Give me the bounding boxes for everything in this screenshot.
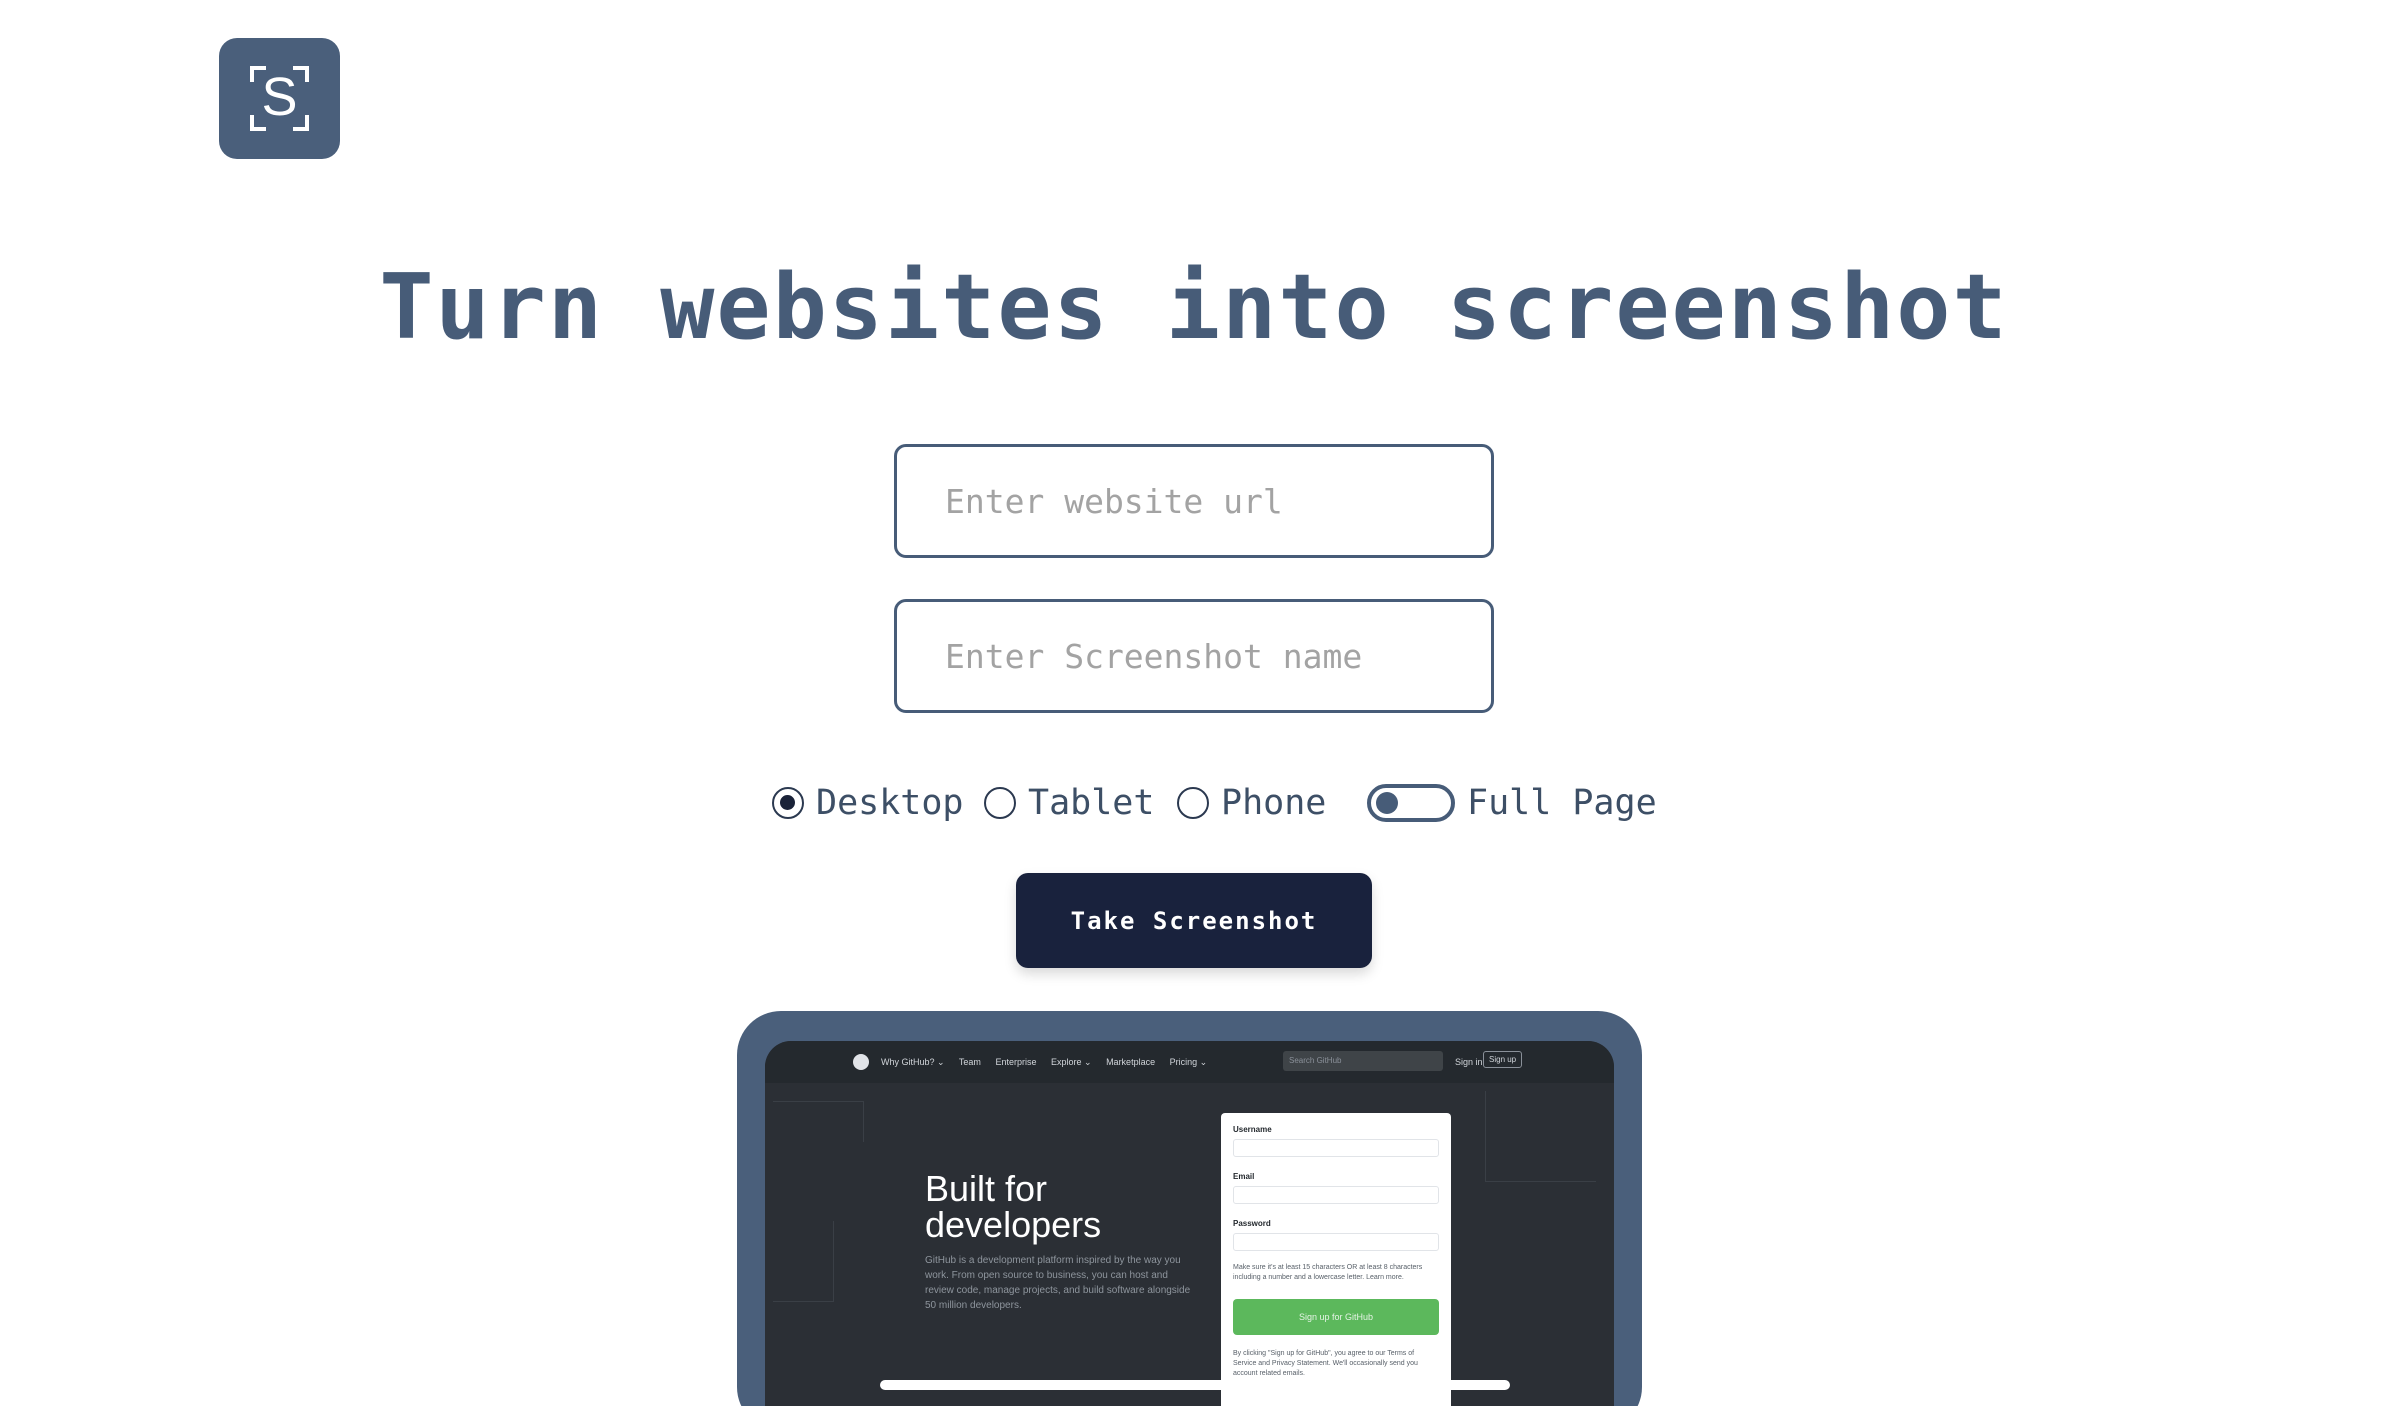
page: S Turn websites into screenshot Desktop … — [0, 0, 2388, 1406]
take-screenshot-button[interactable]: Take Screenshot — [1016, 873, 1372, 968]
full-page-toggle[interactable] — [1367, 784, 1455, 822]
tablet-radio[interactable] — [984, 787, 1016, 819]
preview-password-note: Make sure it's at least 15 characters OR… — [1233, 1264, 1423, 1281]
preview-nav-link: Enterprise — [995, 1057, 1037, 1067]
full-page-option[interactable]: Full Page — [1367, 778, 1657, 828]
phone-label: Phone — [1221, 783, 1327, 823]
device-option-phone[interactable]: Phone — [1177, 778, 1326, 828]
preview-terms: By clicking "Sign up for GitHub", you ag… — [1233, 1350, 1418, 1377]
device-option-tablet[interactable]: Tablet — [984, 778, 1154, 828]
page-title: Turn websites into screenshot — [379, 255, 2009, 360]
desktop-label: Desktop — [816, 783, 964, 823]
background-circuit-line — [773, 1221, 834, 1302]
github-logo-icon — [853, 1054, 869, 1070]
preview-home-indicator — [880, 1380, 1510, 1390]
preview-sign-in: Sign in — [1455, 1057, 1483, 1067]
preview-search: Search GitHub — [1283, 1051, 1443, 1071]
device-option-desktop[interactable]: Desktop — [772, 778, 964, 828]
preview-nav-link: Why GitHub? ⌄ — [881, 1057, 945, 1067]
preview-username-input — [1233, 1139, 1439, 1157]
logo-frame-icon: S — [250, 66, 309, 131]
preview-sign-up: Sign up — [1483, 1051, 1523, 1068]
preview-screen: Why GitHub? ⌄ Team Enterprise Explore ⌄ … — [765, 1041, 1614, 1406]
preview-nav-link: Team — [958, 1057, 981, 1067]
preview-password-input — [1233, 1233, 1439, 1251]
preview-hero-title: Built for developers — [925, 1168, 1102, 1245]
desktop-radio[interactable] — [772, 787, 804, 819]
preview-signup-button: Sign up for GitHub — [1233, 1299, 1439, 1335]
toggle-knob — [1376, 792, 1398, 814]
full-page-label: Full Page — [1467, 783, 1657, 823]
preview-username-label: Username — [1233, 1125, 1272, 1134]
preview-email-input — [1233, 1186, 1439, 1204]
website-url-input[interactable] — [894, 444, 1494, 558]
preview-nav-link: Pricing ⌄ — [1169, 1057, 1208, 1067]
background-circuit-line — [773, 1101, 864, 1142]
preview-nav-link: Marketplace — [1106, 1057, 1156, 1067]
device-preview-frame: Why GitHub? ⌄ Team Enterprise Explore ⌄ … — [737, 1011, 1642, 1406]
screenshot-name-input[interactable] — [894, 599, 1494, 713]
preview-navbar: Why GitHub? ⌄ Team Enterprise Explore ⌄ … — [765, 1041, 1614, 1083]
screenshot-logo-icon[interactable]: S — [219, 38, 340, 159]
preview-hero-text: GitHub is a development platform inspire… — [925, 1255, 1191, 1311]
preview-signup-form: Username Email Password Make sure it's a… — [1221, 1113, 1451, 1406]
phone-radio[interactable] — [1177, 787, 1209, 819]
preview-nav-link: Explore ⌄ — [1050, 1057, 1092, 1067]
preview-nav-links: Why GitHub? ⌄ Team Enterprise Explore ⌄ … — [881, 1057, 1219, 1068]
preview-password-label: Password — [1233, 1219, 1271, 1228]
preview-email-label: Email — [1233, 1172, 1255, 1181]
background-circuit-line — [1485, 1091, 1596, 1182]
logo-letter: S — [261, 67, 297, 127]
tablet-label: Tablet — [1028, 783, 1155, 823]
